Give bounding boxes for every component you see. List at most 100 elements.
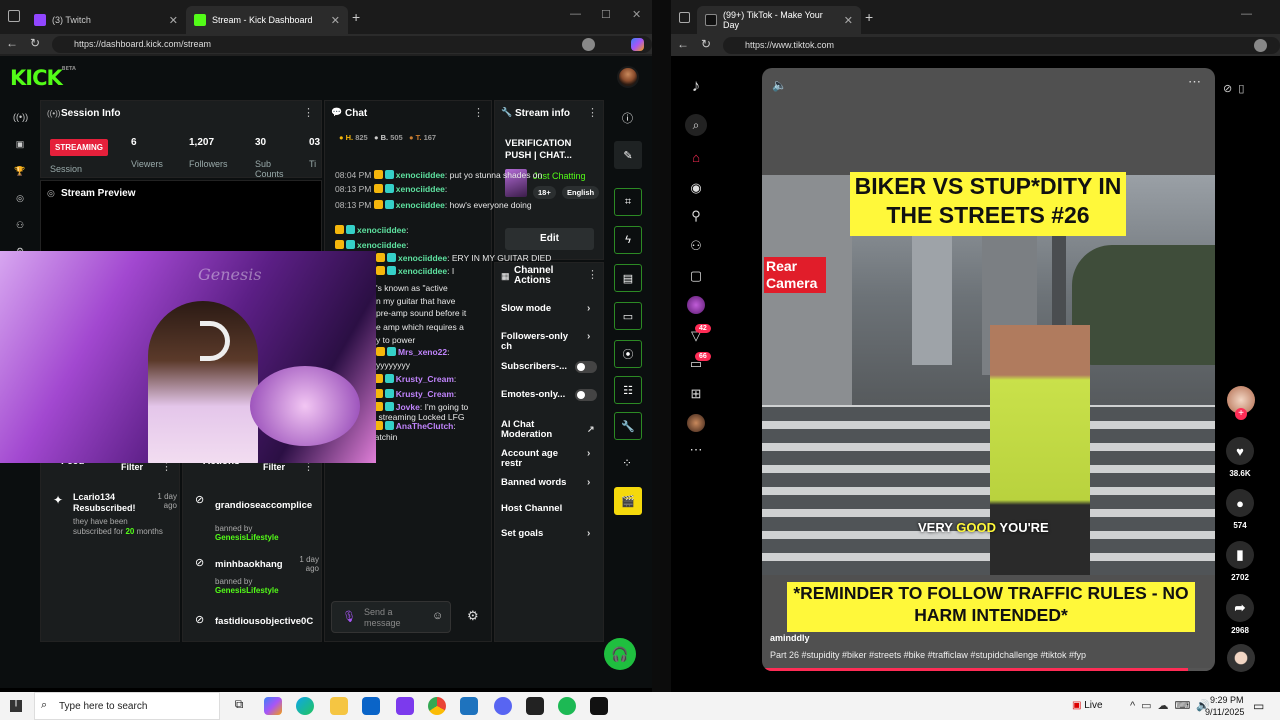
maximize-button[interactable]: ☐ bbox=[601, 8, 611, 21]
new-tab-button[interactable]: + bbox=[865, 9, 873, 25]
close-icon[interactable]: ✕ bbox=[169, 14, 178, 27]
file-explorer-icon[interactable] bbox=[330, 697, 348, 715]
more-icon[interactable]: ⋮ bbox=[473, 106, 484, 119]
channel-action-row[interactable]: Banned words › bbox=[501, 478, 597, 488]
tab-actions-icon[interactable] bbox=[679, 12, 690, 23]
microphone-icon[interactable]: 🎙 bbox=[342, 610, 356, 623]
upload-icon[interactable]: ⊞ bbox=[687, 386, 705, 404]
back-icon[interactable]: ← bbox=[6, 36, 18, 50]
like-action[interactable]: ♥ 38.6K bbox=[1225, 437, 1255, 478]
app-icon[interactable] bbox=[396, 697, 414, 715]
channel-action-row[interactable]: Slow mode › bbox=[501, 304, 597, 314]
chat-username[interactable]: Krusty_Cream bbox=[396, 389, 454, 399]
volume-icon[interactable]: 🔈 bbox=[772, 78, 787, 92]
more-icon[interactable]: ⋯ bbox=[1188, 74, 1201, 90]
friends-icon[interactable]: ⚇ bbox=[687, 238, 705, 256]
flash-button[interactable]: ϟ bbox=[614, 226, 642, 254]
bookmark-action[interactable]: ▮ 2702 bbox=[1225, 541, 1255, 582]
chat-username[interactable]: Krusty_Cream bbox=[396, 374, 454, 384]
live-avatar[interactable] bbox=[687, 296, 705, 314]
url-field[interactable]: https://www.tiktok.com bbox=[723, 37, 1280, 54]
terminal-icon[interactable] bbox=[526, 697, 544, 715]
toggle-switch[interactable] bbox=[575, 389, 597, 401]
window-close-button[interactable]: ✕ bbox=[632, 8, 641, 21]
channel-action-row[interactable]: AI Chat Moderation ↗ bbox=[501, 420, 597, 440]
phone-icon[interactable]: ▯ bbox=[1238, 83, 1244, 95]
channel-action-row[interactable]: Account age restr › bbox=[501, 449, 597, 469]
minimize-button[interactable]: — bbox=[1241, 8, 1252, 20]
filter-button[interactable]: Filter bbox=[121, 462, 143, 472]
tools-button[interactable]: 🔧 bbox=[614, 412, 642, 440]
chat-input[interactable]: 🎙 Send a message ☺ bbox=[331, 601, 451, 633]
home-icon[interactable]: ⌂ bbox=[687, 150, 705, 168]
broadcast-button[interactable]: ⦿ bbox=[614, 340, 642, 368]
spotify-icon[interactable] bbox=[558, 697, 576, 715]
channel-action-row[interactable]: Followers-only ch › bbox=[501, 332, 597, 352]
profile-icon[interactable] bbox=[582, 38, 595, 51]
tiktok-app-icon[interactable] bbox=[590, 697, 608, 715]
live-indicator[interactable]: ▣ Live bbox=[1072, 700, 1103, 711]
video-player[interactable]: Rear Camera BIKER VS STUP*DITY IN THE ST… bbox=[762, 68, 1215, 671]
profile-icon[interactable] bbox=[1254, 39, 1267, 52]
edge-icon[interactable] bbox=[296, 697, 314, 715]
users-icon[interactable]: ⚇ bbox=[13, 220, 27, 234]
clock-date[interactable]: 9/11/2025 bbox=[1205, 707, 1244, 717]
kick-logo[interactable]: KICKBETA bbox=[10, 66, 76, 90]
outlook-icon[interactable] bbox=[362, 697, 380, 715]
clock-time[interactable]: 9:29 PM bbox=[1210, 695, 1244, 705]
chat-username[interactable]: xenociiddee bbox=[398, 266, 447, 276]
broadcast-icon[interactable]: ((•)) bbox=[13, 112, 28, 126]
clip-button[interactable]: ⌗ bbox=[614, 188, 642, 216]
follow-plus-icon[interactable]: + bbox=[1235, 408, 1247, 420]
emoji-icon[interactable]: ☺ bbox=[432, 610, 443, 622]
minimize-button[interactable]: — bbox=[570, 8, 581, 20]
chat-username[interactable]: xenociiddee bbox=[398, 253, 447, 263]
notes-button[interactable]: ▤ bbox=[614, 264, 642, 292]
tab-kick[interactable]: Stream - Kick Dashboard ✕ bbox=[186, 6, 348, 34]
more-icon[interactable]: ⋯ bbox=[687, 442, 705, 460]
back-icon[interactable]: ← bbox=[677, 37, 689, 51]
copilot-icon[interactable] bbox=[264, 697, 282, 715]
support-button[interactable]: 🎧 bbox=[604, 638, 636, 670]
tiktok-logo-icon[interactable]: ♪ bbox=[687, 76, 705, 95]
shop-icon[interactable]: ▢ bbox=[687, 268, 705, 286]
share-action[interactable]: ➦ 2968 bbox=[1225, 594, 1255, 635]
new-tab-button[interactable]: + bbox=[352, 9, 360, 25]
user-avatar[interactable] bbox=[617, 66, 639, 88]
comment-action[interactable]: ● 574 bbox=[1225, 489, 1255, 530]
toggle-switch[interactable] bbox=[575, 361, 597, 373]
chat-username[interactable]: Mrs_xeno22 bbox=[398, 347, 447, 357]
copilot-icon[interactable] bbox=[631, 38, 644, 51]
more-icon[interactable]: ⋮ bbox=[587, 106, 598, 119]
refresh-icon[interactable]: ↻ bbox=[30, 36, 40, 50]
chat-username[interactable]: xenociiddee bbox=[357, 240, 406, 250]
trophy-icon[interactable]: 🏆 bbox=[13, 166, 27, 180]
following-icon[interactable]: ⚲ bbox=[687, 208, 705, 226]
discord-icon[interactable] bbox=[494, 697, 512, 715]
tab-actions-icon[interactable] bbox=[8, 10, 20, 22]
windows-start-icon[interactable] bbox=[10, 700, 22, 712]
edit-pencil-button[interactable]: ✎ bbox=[614, 141, 642, 169]
chat-username[interactable]: xenociiddee bbox=[396, 200, 445, 210]
video-author[interactable]: aminddly bbox=[770, 633, 810, 643]
more-icon[interactable]: ⋮ bbox=[303, 106, 314, 119]
nodes-icon[interactable]: ⁘ bbox=[622, 456, 632, 470]
url-field[interactable]: https://dashboard.kick.com/stream bbox=[52, 36, 652, 53]
camera-icon[interactable]: ◎ bbox=[13, 193, 27, 207]
profile-avatar[interactable] bbox=[687, 414, 705, 432]
more-icon[interactable]: ⋮ bbox=[587, 268, 598, 281]
chat-button[interactable]: ▭ bbox=[614, 302, 642, 330]
calculator-icon[interactable] bbox=[460, 697, 478, 715]
taskbar-search[interactable]: ⌕ Type here to search bbox=[34, 692, 220, 720]
tab-twitch[interactable]: (3) Twitch ✕ bbox=[26, 6, 186, 34]
channel-action-row[interactable]: Host Channel bbox=[501, 504, 597, 514]
explore-icon[interactable]: ◉ bbox=[687, 180, 705, 198]
refresh-icon[interactable]: ↻ bbox=[701, 37, 711, 51]
tab-tiktok[interactable]: (99+) TikTok - Make Your Day ✕ bbox=[697, 6, 861, 34]
close-icon[interactable]: ✕ bbox=[331, 14, 340, 27]
channel-action-row[interactable]: Set goals › bbox=[501, 529, 597, 539]
filter-button[interactable]: Filter bbox=[263, 462, 285, 472]
chat-username[interactable]: xenociiddee bbox=[357, 225, 406, 235]
chat-username[interactable]: xenociiddee bbox=[396, 170, 445, 180]
chat-username[interactable]: xenociiddee bbox=[396, 184, 445, 194]
